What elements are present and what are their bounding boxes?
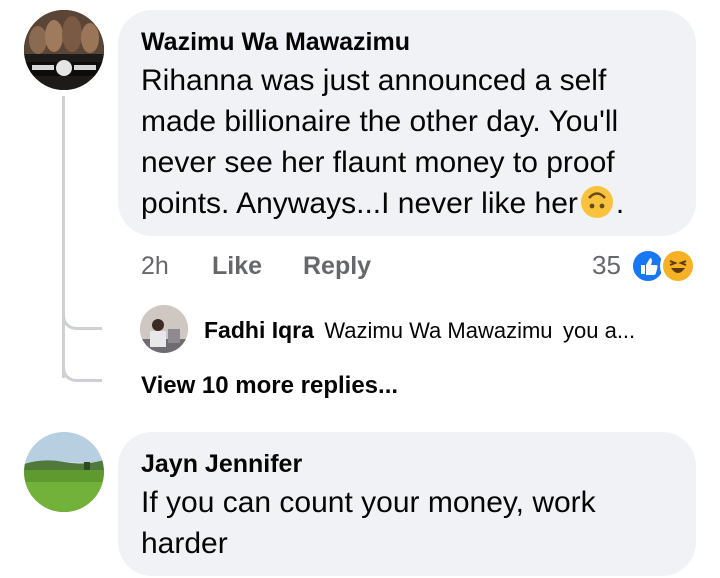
upside-down-face-icon	[580, 185, 614, 219]
like-button[interactable]: Like	[212, 252, 262, 281]
reply-mention[interactable]: Wazimu Wa Mawazimu	[324, 318, 552, 343]
reply-button[interactable]: Reply	[303, 252, 371, 281]
reply-preview[interactable]: Fadhi Iqra Wazimu Wa Mawazimu you a...	[204, 317, 635, 344]
comment-text-line-last: points. Anyways...I never like her .	[141, 183, 624, 224]
comment-text-line: harder	[141, 527, 228, 560]
comment-text-end: .	[615, 187, 625, 220]
avatar[interactable]	[24, 432, 104, 512]
thread-line	[62, 96, 65, 378]
comment-text-line: Rihanna was just announced a self	[141, 64, 607, 97]
comment-author[interactable]: Jayn Jennifer	[141, 450, 302, 479]
comment-text-line: If you can count your money, work	[141, 486, 596, 519]
avatar[interactable]	[24, 10, 104, 90]
reaction-count[interactable]: 35	[592, 250, 621, 281]
reply-snippet: you a...	[563, 318, 636, 343]
comment-text-line: never see her flaunt money to proof	[141, 146, 615, 179]
reply-avatar[interactable]	[140, 305, 188, 353]
comment-text: points. Anyways...I never like her	[141, 187, 578, 220]
avatar-image-icon	[24, 10, 104, 90]
reply-avatar-image-icon	[140, 305, 188, 353]
thread-branch	[62, 300, 102, 330]
reply-author[interactable]: Fadhi Iqra	[204, 317, 314, 343]
comment-text-line: made billionaire the other day. You'll	[141, 105, 619, 138]
haha-icon	[660, 248, 696, 284]
comment-author[interactable]: Wazimu Wa Mawazimu	[141, 28, 410, 57]
thread-branch	[62, 352, 102, 382]
comment-time[interactable]: 2h	[141, 252, 169, 281]
view-more-replies-button[interactable]: View 10 more replies...	[141, 372, 398, 400]
avatar-image-icon	[24, 432, 104, 512]
